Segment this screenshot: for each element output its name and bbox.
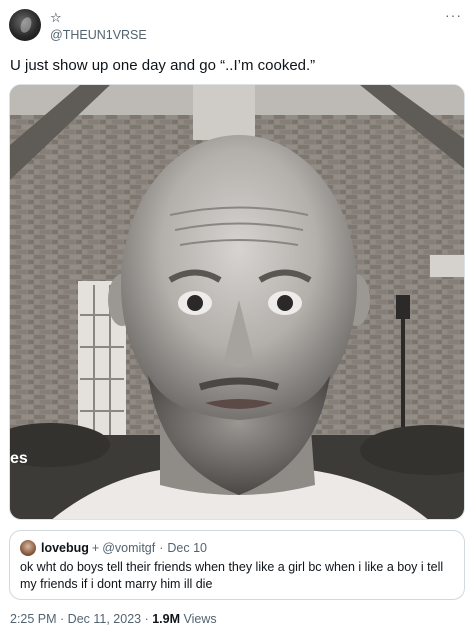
avatar-glint <box>18 15 34 35</box>
author-handle[interactable]: @THEUN1VRSE <box>50 28 147 43</box>
more-options-icon[interactable]: ··· <box>445 8 462 22</box>
tweet: ☆ @THEUN1VRSE ··· U just show up one day… <box>0 0 474 639</box>
views-label: Views <box>180 612 217 626</box>
author-avatar[interactable] <box>9 9 41 41</box>
meta-separator: · <box>141 612 153 626</box>
author-name-row: ☆ <box>50 10 62 26</box>
quoted-date: Dec 10 <box>167 541 207 555</box>
tweet-date[interactable]: Dec 11, 2023 <box>68 612 141 626</box>
meta-separator: · <box>56 612 68 626</box>
quoted-tweet-header: lovebug + @vomitgf · Dec 10 <box>20 540 207 556</box>
quoted-author-name: lovebug <box>41 541 89 555</box>
views-count[interactable]: 1.9M <box>152 612 180 626</box>
quoted-author-avatar <box>20 540 36 556</box>
quoted-tweet-text: ok wht do boys tell their friends when t… <box>20 560 444 591</box>
tweet-photo[interactable]: es <box>9 84 465 520</box>
author-display-name[interactable]: ☆ <box>50 10 62 26</box>
photo-illustration: es <box>10 85 464 519</box>
quoted-author-handle: @vomitgf <box>102 541 156 555</box>
quoted-tweet[interactable]: lovebug + @vomitgf · Dec 10 ok wht do bo… <box>9 530 465 600</box>
quoted-author-symbol: + <box>91 541 100 555</box>
tweet-time[interactable]: 2:25 PM <box>10 612 57 626</box>
tweet-meta: 2:25 PM · Dec 11, 2023 · 1.9M Views <box>10 611 217 627</box>
quoted-separator: · <box>159 541 164 555</box>
tweet-text: U just show up one day and go “..I’m coo… <box>10 57 316 74</box>
photo-sign-text: es <box>10 450 28 467</box>
